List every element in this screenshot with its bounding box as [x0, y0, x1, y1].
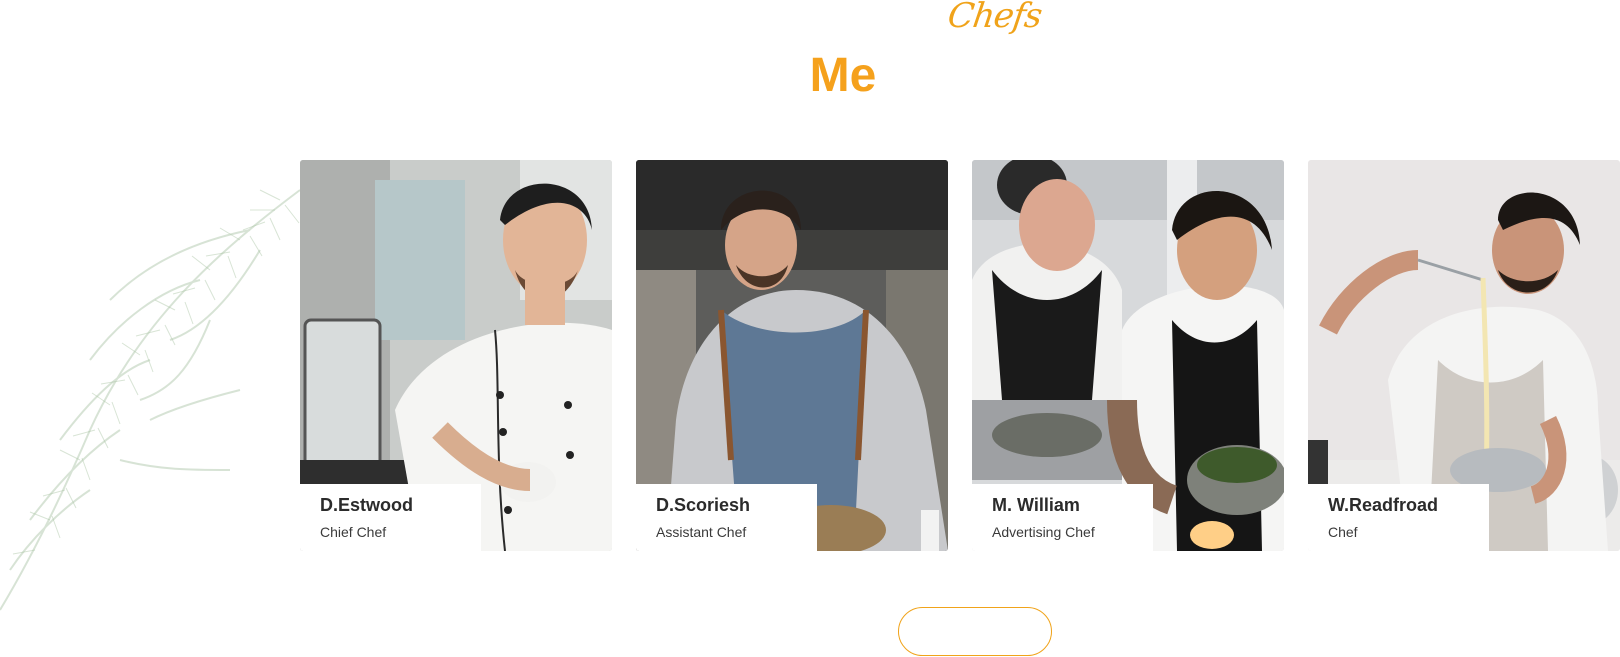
section-title: Me	[809, 49, 877, 102]
view-all-chefs-button[interactable]	[898, 607, 1052, 656]
herb-decoration	[0, 189, 301, 611]
chef-card[interactable]: D.Estwood Chief Chef	[300, 160, 612, 551]
chef-name: W.Readfroad	[1328, 495, 1439, 515]
chef-role: Assistant Chef	[656, 524, 747, 540]
chef-caption: D.Estwood Chief Chef	[300, 484, 481, 551]
chef-caption: W.Readfroad Chef	[1308, 484, 1489, 551]
chef-caption: D.Scoriesh Assistant Chef	[636, 484, 817, 551]
chef-card[interactable]: W.Readfroad Chef	[1308, 160, 1620, 551]
chef-role: Chef	[1328, 524, 1358, 540]
chef-card[interactable]: M. William Advertising Chef	[972, 160, 1284, 551]
chef-name: D.Estwood	[320, 495, 413, 515]
section-script-title: Chefs	[945, 0, 1044, 36]
chef-name: M. William	[992, 495, 1080, 515]
chef-card[interactable]: D.Scoriesh Assistant Chef	[636, 160, 948, 551]
chef-caption: M. William Advertising Chef	[972, 484, 1153, 551]
chef-name: D.Scoriesh	[656, 495, 751, 515]
chef-role: Advertising Chef	[992, 524, 1095, 540]
chef-role: Chief Chef	[320, 524, 387, 540]
